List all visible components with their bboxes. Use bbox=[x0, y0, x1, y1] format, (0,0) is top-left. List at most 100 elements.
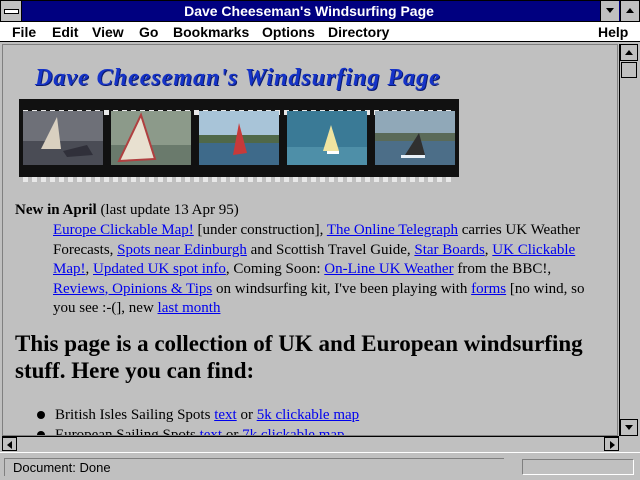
list-item: European Sailing Spots text or 7k clicka… bbox=[33, 425, 593, 436]
film-hole bbox=[284, 177, 289, 182]
system-menu-icon bbox=[4, 9, 19, 14]
film-hole bbox=[374, 177, 379, 182]
film-hole bbox=[41, 177, 46, 182]
scroll-right-icon bbox=[610, 441, 615, 449]
body-text: or bbox=[222, 427, 243, 436]
scroll-left-button[interactable] bbox=[2, 437, 17, 451]
film-hole bbox=[230, 177, 235, 182]
film-hole bbox=[320, 177, 325, 182]
photo-windsurf-4[interactable] bbox=[287, 111, 367, 165]
film-hole bbox=[194, 177, 199, 182]
film-hole bbox=[113, 177, 118, 182]
film-hole bbox=[437, 177, 442, 182]
progress-indicator bbox=[522, 459, 634, 475]
horizontal-scrollbar[interactable] bbox=[2, 436, 619, 451]
film-hole bbox=[311, 177, 316, 182]
hyperlink[interactable]: On-Line UK Weather bbox=[324, 261, 453, 277]
film-hole bbox=[428, 177, 433, 182]
spot-list: British Isles Sailing Spots text or 5k c… bbox=[33, 405, 593, 436]
scroll-down-button[interactable] bbox=[620, 419, 638, 436]
new-label: New in April bbox=[15, 202, 97, 218]
film-hole bbox=[338, 177, 343, 182]
photo-windsurf-5[interactable] bbox=[375, 111, 455, 165]
photo-windsurf-3[interactable] bbox=[199, 111, 279, 165]
film-hole bbox=[185, 177, 190, 182]
menu-edit[interactable]: Edit bbox=[52, 23, 78, 41]
bullet-icon bbox=[37, 411, 45, 419]
film-hole bbox=[401, 177, 406, 182]
film-hole bbox=[23, 177, 28, 182]
photo-windsurf-1[interactable] bbox=[23, 111, 103, 165]
body-text: British Isles Sailing Spots bbox=[55, 407, 215, 423]
hyperlink[interactable]: 7k clickable map bbox=[242, 427, 344, 435]
vertical-scrollbar[interactable] bbox=[619, 44, 638, 436]
menu-file[interactable]: File bbox=[12, 23, 36, 41]
minimize-icon bbox=[606, 8, 614, 13]
body-text: or bbox=[236, 407, 257, 423]
menu-directory[interactable]: Directory bbox=[328, 23, 389, 41]
scrollbar-corner bbox=[619, 436, 638, 451]
photo-windsurf-2[interactable] bbox=[111, 111, 191, 165]
film-hole bbox=[221, 177, 226, 182]
hyperlink[interactable]: text bbox=[200, 427, 223, 435]
film-hole bbox=[176, 177, 181, 182]
photo-filmstrip bbox=[19, 99, 459, 182]
film-hole bbox=[257, 177, 262, 182]
menu-bar: File Edit View Go Bookmarks Options Dire… bbox=[0, 22, 640, 42]
hyperlink[interactable]: Europe Clickable Map! bbox=[53, 222, 194, 238]
film-hole bbox=[212, 177, 217, 182]
system-menu-button[interactable] bbox=[1, 1, 22, 21]
film-hole bbox=[329, 177, 334, 182]
film-holes-top bbox=[23, 102, 455, 115]
scroll-right-button[interactable] bbox=[604, 437, 619, 451]
scroll-up-icon bbox=[625, 50, 633, 55]
minimize-button[interactable] bbox=[600, 1, 619, 21]
scroll-up-button[interactable] bbox=[620, 44, 638, 61]
menu-options[interactable]: Options bbox=[262, 23, 315, 41]
film-hole bbox=[149, 177, 154, 182]
maximize-button[interactable] bbox=[620, 1, 639, 21]
vertical-scroll-thumb[interactable] bbox=[621, 62, 637, 78]
hyperlink[interactable]: Star Boards bbox=[414, 242, 484, 258]
menu-go[interactable]: Go bbox=[139, 23, 158, 41]
film-hole bbox=[275, 177, 280, 182]
scroll-left-icon bbox=[7, 441, 12, 449]
hyperlink[interactable]: Reviews, Opinions & Tips bbox=[53, 281, 212, 297]
hyperlink[interactable]: text bbox=[214, 407, 237, 423]
film-hole bbox=[68, 177, 73, 182]
menu-help[interactable]: Help bbox=[598, 23, 628, 41]
menu-view[interactable]: View bbox=[92, 23, 124, 41]
film-hole bbox=[59, 177, 64, 182]
film-hole bbox=[293, 177, 298, 182]
scroll-down-icon bbox=[625, 425, 633, 430]
page-viewport[interactable]: Dave Cheeseman's Windsurfing Page New in… bbox=[2, 44, 618, 436]
title-bar[interactable]: Dave Cheeseman's Windsurfing Page bbox=[0, 0, 640, 22]
film-hole bbox=[302, 177, 307, 182]
film-hole bbox=[140, 177, 145, 182]
film-hole bbox=[77, 177, 82, 182]
body-text: , bbox=[85, 261, 93, 277]
film-hole bbox=[158, 177, 163, 182]
menu-bookmarks[interactable]: Bookmarks bbox=[173, 23, 249, 41]
section-heading: This page is a collection of UK and Euro… bbox=[15, 331, 583, 383]
body-text: , Coming Soon: bbox=[225, 261, 325, 277]
hyperlink[interactable]: The Online Telegraph bbox=[327, 222, 458, 238]
film-hole bbox=[239, 177, 244, 182]
hyperlink[interactable]: Spots near Edinburgh bbox=[117, 242, 247, 258]
hyperlink[interactable]: last month bbox=[158, 300, 221, 316]
news-paragraph: Europe Clickable Map! [under constructio… bbox=[53, 221, 593, 319]
hyperlink[interactable]: 5k clickable map bbox=[257, 407, 359, 423]
film-hole bbox=[50, 177, 55, 182]
film-hole bbox=[446, 177, 451, 182]
hyperlink[interactable]: Updated UK spot info bbox=[93, 261, 226, 277]
update-date: (last update 13 Apr 95) bbox=[96, 202, 239, 218]
film-hole bbox=[86, 177, 91, 182]
film-hole bbox=[167, 177, 172, 182]
hyperlink[interactable]: forms bbox=[471, 281, 506, 297]
status-text: Document: Done bbox=[4, 458, 504, 476]
film-hole bbox=[32, 177, 37, 182]
body-text: [under construction], bbox=[193, 222, 327, 238]
maximize-icon bbox=[626, 8, 634, 13]
film-hole bbox=[365, 177, 370, 182]
film-hole bbox=[356, 177, 361, 182]
